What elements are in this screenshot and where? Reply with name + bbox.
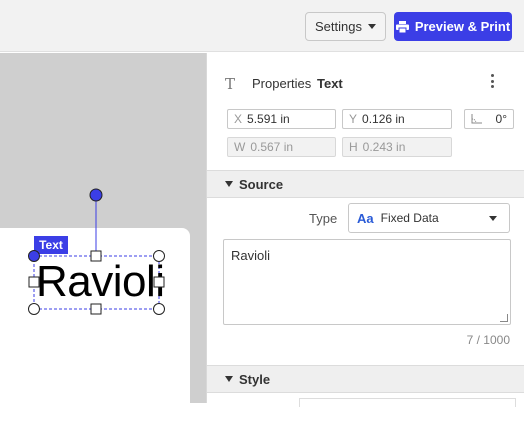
preview-print-label: Preview & Print — [414, 19, 511, 34]
properties-title: Properties — [252, 76, 312, 91]
x-value: 5.591 in — [247, 112, 290, 126]
corner-handle-br[interactable] — [153, 303, 165, 315]
font-aa-icon: Aa — [357, 210, 374, 226]
style-section-header[interactable]: Style — [207, 365, 524, 393]
chevron-down-icon — [489, 216, 497, 221]
element-type-label: Text — [317, 76, 343, 91]
properties-panel: T Properties Text X 5.591 in Y 0.126 in … — [206, 53, 524, 407]
corner-handle-tl[interactable] — [28, 250, 40, 262]
settings-button[interactable]: Settings — [305, 12, 386, 41]
corner-handle-tr[interactable] — [153, 250, 165, 262]
rotation-field[interactable]: 0° — [464, 109, 514, 129]
angle-icon — [471, 114, 482, 124]
rotation-value: 0° — [495, 112, 507, 126]
type-label: Type — [309, 211, 338, 226]
type-select-value: Fixed Data — [380, 211, 439, 225]
design-canvas[interactable]: Text Ravioli — [0, 53, 206, 428]
source-section-header[interactable]: Source — [207, 170, 524, 198]
y-position-field[interactable]: Y 0.126 in — [342, 109, 452, 129]
rotate-handle[interactable] — [89, 188, 103, 202]
w-value: 0.567 in — [250, 140, 294, 154]
text-content-value: Ravioli — [231, 248, 271, 263]
text-type-icon: T — [225, 75, 236, 93]
data-type-select[interactable]: Aa Fixed Data — [348, 203, 510, 233]
style-title: Style — [239, 371, 271, 387]
height-field: H 0.243 in — [342, 137, 452, 157]
y-value: 0.126 in — [362, 112, 405, 126]
preview-print-button[interactable]: Preview & Print — [394, 12, 512, 41]
printer-icon — [395, 20, 409, 33]
width-field: W 0.567 in — [227, 137, 336, 157]
h-label: H — [349, 140, 358, 154]
more-options-icon[interactable] — [487, 72, 497, 90]
character-counter: 7 / 1000 — [466, 333, 510, 347]
chevron-down-icon — [367, 24, 376, 29]
h-value: 0.243 in — [362, 140, 406, 154]
y-label: Y — [349, 112, 358, 126]
edge-handle-bottom[interactable] — [90, 303, 102, 315]
corner-handle-bl[interactable] — [28, 303, 40, 315]
resize-handle-icon[interactable] — [500, 314, 508, 322]
edge-handle-top[interactable] — [90, 250, 102, 262]
edge-handle-left[interactable] — [28, 276, 40, 288]
x-label: X — [234, 112, 243, 126]
collapse-triangle-icon — [225, 376, 233, 382]
edge-handle-right[interactable] — [153, 276, 165, 288]
settings-label: Settings — [315, 19, 362, 34]
text-content-input[interactable]: Ravioli — [223, 239, 511, 325]
x-position-field[interactable]: X 5.591 in — [227, 109, 336, 129]
collapse-triangle-icon — [225, 181, 233, 187]
top-toolbar: Settings Preview & Print — [0, 0, 524, 52]
selection-handles — [28, 188, 165, 315]
source-title: Source — [239, 176, 284, 192]
w-label: W — [234, 140, 246, 154]
